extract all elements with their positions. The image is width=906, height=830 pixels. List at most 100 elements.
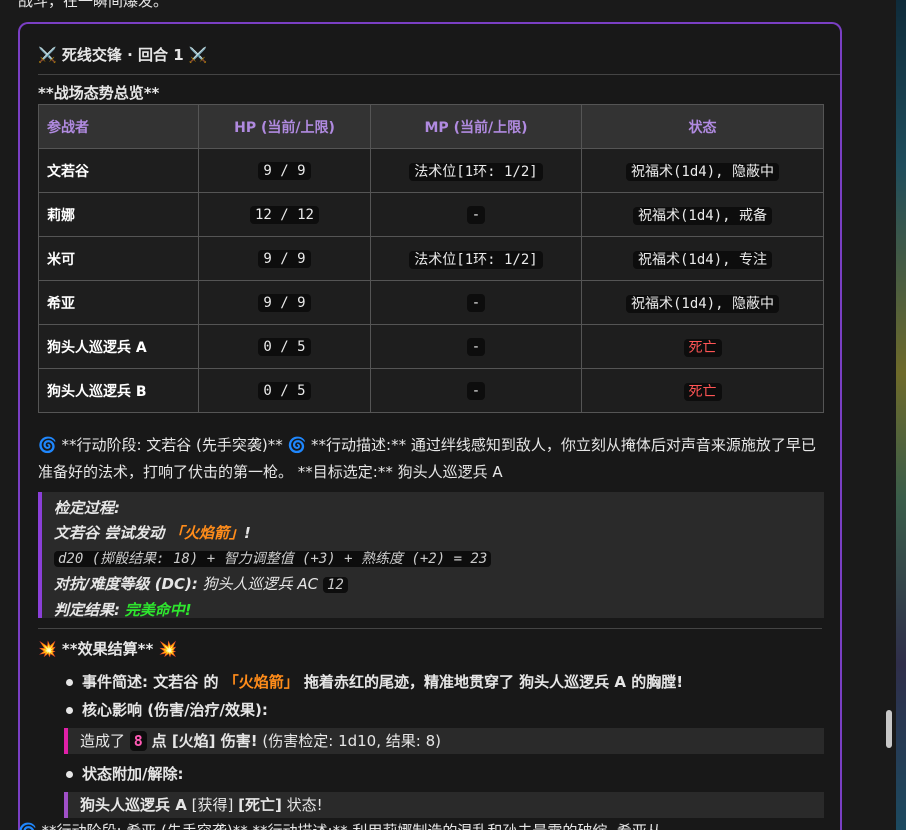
previous-text-line: 战斗，在一瞬间爆发。	[18, 0, 169, 10]
mp-cell: -	[370, 324, 582, 369]
col-status: 状态	[581, 104, 824, 149]
check-excl: !	[244, 524, 251, 542]
next-action-line: 🌀 **行动阶段: 希亚 (先手突袭)** **行动描述:** 利用莉娜制造的混…	[18, 820, 662, 830]
hp-value: 12 / 12	[249, 205, 319, 224]
status-b: [获得]	[191, 796, 234, 814]
dmg-check: (伤害检定: 1d10, 结果: 8)	[262, 732, 441, 750]
overview-heading: **战场态势总览**	[38, 84, 160, 102]
list-item: 状态附加/解除: 狗头人巡逻兵 A [获得] [死亡] 状态!	[64, 760, 824, 818]
status-value: 祝福术(1d4), 隐蔽中	[625, 294, 779, 313]
collision-icon: 💥	[38, 640, 57, 658]
damage-value: 8	[129, 731, 147, 751]
spell-name: 「火焰箭」	[169, 524, 245, 542]
cyclone-icon: 🌀	[287, 436, 307, 454]
mp-value: -	[466, 381, 486, 400]
action-description: 🌀 **行动阶段: 文若谷 (先手突袭)** 🌀 **行动描述:** 通过绊线感…	[38, 432, 828, 486]
cyclone-icon: 🌀	[18, 822, 37, 830]
scrollbar-thumb[interactable]	[886, 710, 892, 748]
battle-status-table: 参战者 HP (当前/上限) MP (当前/上限) 状态 文若谷 9 / 9 法术位…	[38, 104, 824, 413]
mp-cell: -	[370, 192, 582, 237]
status-value: 死亡	[683, 338, 722, 357]
next-action-text: **行动阶段: 希亚 (先手突袭)** **行动描述:** 利用莉娜制造的混乱和…	[41, 822, 661, 830]
table-row: 文若谷 9 / 9 法术位[1环: 1/2] 祝福术(1d4), 隐蔽中	[38, 148, 824, 193]
damage-quote: 造成了 8 点 [火焰] 伤害! (伤害检定: 1d10, 结果: 8)	[64, 728, 824, 754]
mp-value: -	[466, 293, 486, 312]
mp-value: -	[466, 337, 486, 356]
mp-value: 法术位[1环: 1/2]	[409, 162, 543, 181]
summary-rest: 拖着赤红的尾迹，精准地贯穿了 狗头人巡逻兵 A 的胸膛!	[303, 673, 684, 691]
target-label: **目标选定:**	[297, 463, 393, 481]
dc-target: 狗头人巡逻兵 AC	[202, 575, 319, 593]
status-a: 狗头人巡逻兵 A	[80, 796, 187, 814]
divider	[38, 74, 840, 75]
dc-value: 12	[322, 577, 348, 593]
background-image-strip	[896, 0, 906, 830]
participant-name: 希亚	[38, 280, 199, 325]
mp-cell: -	[370, 368, 582, 413]
divider	[38, 628, 822, 629]
participant-name: 文若谷	[38, 148, 199, 193]
round-card: ⚔️ 死线交锋 · 回合 1 ⚔️ **战场态势总览** 参战者 HP (当前/…	[18, 22, 842, 830]
col-hp: HP (当前/上限)	[198, 104, 371, 149]
participant-name: 莉娜	[38, 192, 199, 237]
round-title: ⚔️ 死线交锋 · 回合 1 ⚔️	[38, 46, 208, 64]
status-cell: 祝福术(1d4), 戒备	[581, 192, 824, 237]
summary-spell: 「火焰箭」	[223, 673, 299, 691]
collision-icon: 💥	[158, 640, 178, 658]
status-value: 祝福术(1d4), 隐蔽中	[625, 162, 779, 181]
check-title: 检定过程:	[54, 499, 120, 517]
dc-label: 对抗/难度等级 (DC):	[54, 575, 198, 593]
hp-cell: 9 / 9	[198, 236, 371, 281]
action-phase: **行动阶段: 文若谷 (先手突袭)**	[61, 436, 283, 454]
check-process-block: 检定过程: 文若谷 尝试发动 「火焰箭」! d20 (掷骰结果: 18) + 智…	[38, 492, 824, 619]
hp-value: 0 / 5	[258, 381, 311, 400]
hp-cell: 9 / 9	[198, 148, 371, 193]
status-c: [死亡]	[238, 796, 282, 814]
dmg-post: 点 [火焰] 伤害!	[151, 732, 258, 750]
status-label: 状态附加/解除:	[82, 765, 184, 783]
status-d: 状态!	[286, 796, 323, 814]
hp-value: 9 / 9	[258, 293, 311, 312]
result-value: 完美命中!	[124, 601, 192, 619]
participant-name: 狗头人巡逻兵 B	[38, 368, 199, 413]
target-text: 狗头人巡逻兵 A	[397, 463, 503, 481]
hp-value: 9 / 9	[258, 161, 311, 180]
status-cell: 祝福术(1d4), 专注	[581, 236, 824, 281]
table-header-row: 参战者 HP (当前/上限) MP (当前/上限) 状态	[38, 104, 824, 149]
effects-list: 事件简述: 文若谷 的 「火焰箭」 拖着赤红的尾迹，精准地贯穿了 狗头人巡逻兵 …	[64, 668, 824, 824]
summary-label: 事件简述:	[82, 673, 148, 691]
mp-value: -	[466, 205, 486, 224]
col-mp: MP (当前/上限)	[370, 104, 582, 149]
hp-value: 0 / 5	[258, 337, 311, 356]
cyclone-icon: 🌀	[38, 436, 57, 454]
action-desc-label: **行动描述:**	[311, 436, 407, 454]
mp-cell: 法术位[1环: 1/2]	[370, 148, 582, 193]
roll-formula: d20 (掷骰结果: 18) + 智力调整值 (+3) + 熟练度 (+2) =…	[54, 551, 492, 567]
summary-actor: 文若谷 的	[153, 673, 219, 691]
status-cell: 祝福术(1d4), 隐蔽中	[581, 148, 824, 193]
participant-name: 米可	[38, 236, 199, 281]
dmg-pre: 造成了	[80, 732, 126, 750]
mp-value: 法术位[1环: 1/2]	[409, 250, 543, 269]
table-row: 狗头人巡逻兵 B 0 / 5 - 死亡	[38, 368, 824, 413]
list-item: 事件简述: 文若谷 的 「火焰箭」 拖着赤红的尾迹，精准地贯穿了 狗头人巡逻兵 …	[64, 668, 824, 696]
effects-title: **效果结算**	[61, 640, 154, 658]
status-value: 死亡	[683, 382, 722, 401]
mp-cell: -	[370, 280, 582, 325]
status-cell: 死亡	[581, 324, 824, 369]
check-actor: 文若谷 尝试发动	[54, 524, 165, 542]
status-quote: 狗头人巡逻兵 A [获得] [死亡] 状态!	[64, 792, 824, 818]
status-cell: 祝福术(1d4), 隐蔽中	[581, 280, 824, 325]
mp-cell: 法术位[1环: 1/2]	[370, 236, 582, 281]
hp-cell: 12 / 12	[198, 192, 371, 237]
hp-cell: 0 / 5	[198, 368, 371, 413]
participant-name: 狗头人巡逻兵 A	[38, 324, 199, 369]
status-cell: 死亡	[581, 368, 824, 413]
result-label: 判定结果:	[54, 601, 120, 619]
hp-value: 9 / 9	[258, 249, 311, 268]
table-row: 米可 9 / 9 法术位[1环: 1/2] 祝福术(1d4), 专注	[38, 236, 824, 281]
impact-label: 核心影响 (伤害/治疗/效果):	[82, 701, 268, 719]
effects-heading: 💥 **效果结算** 💥	[38, 638, 177, 659]
table-row: 狗头人巡逻兵 A 0 / 5 - 死亡	[38, 324, 824, 369]
table-row: 希亚 9 / 9 - 祝福术(1d4), 隐蔽中	[38, 280, 824, 325]
